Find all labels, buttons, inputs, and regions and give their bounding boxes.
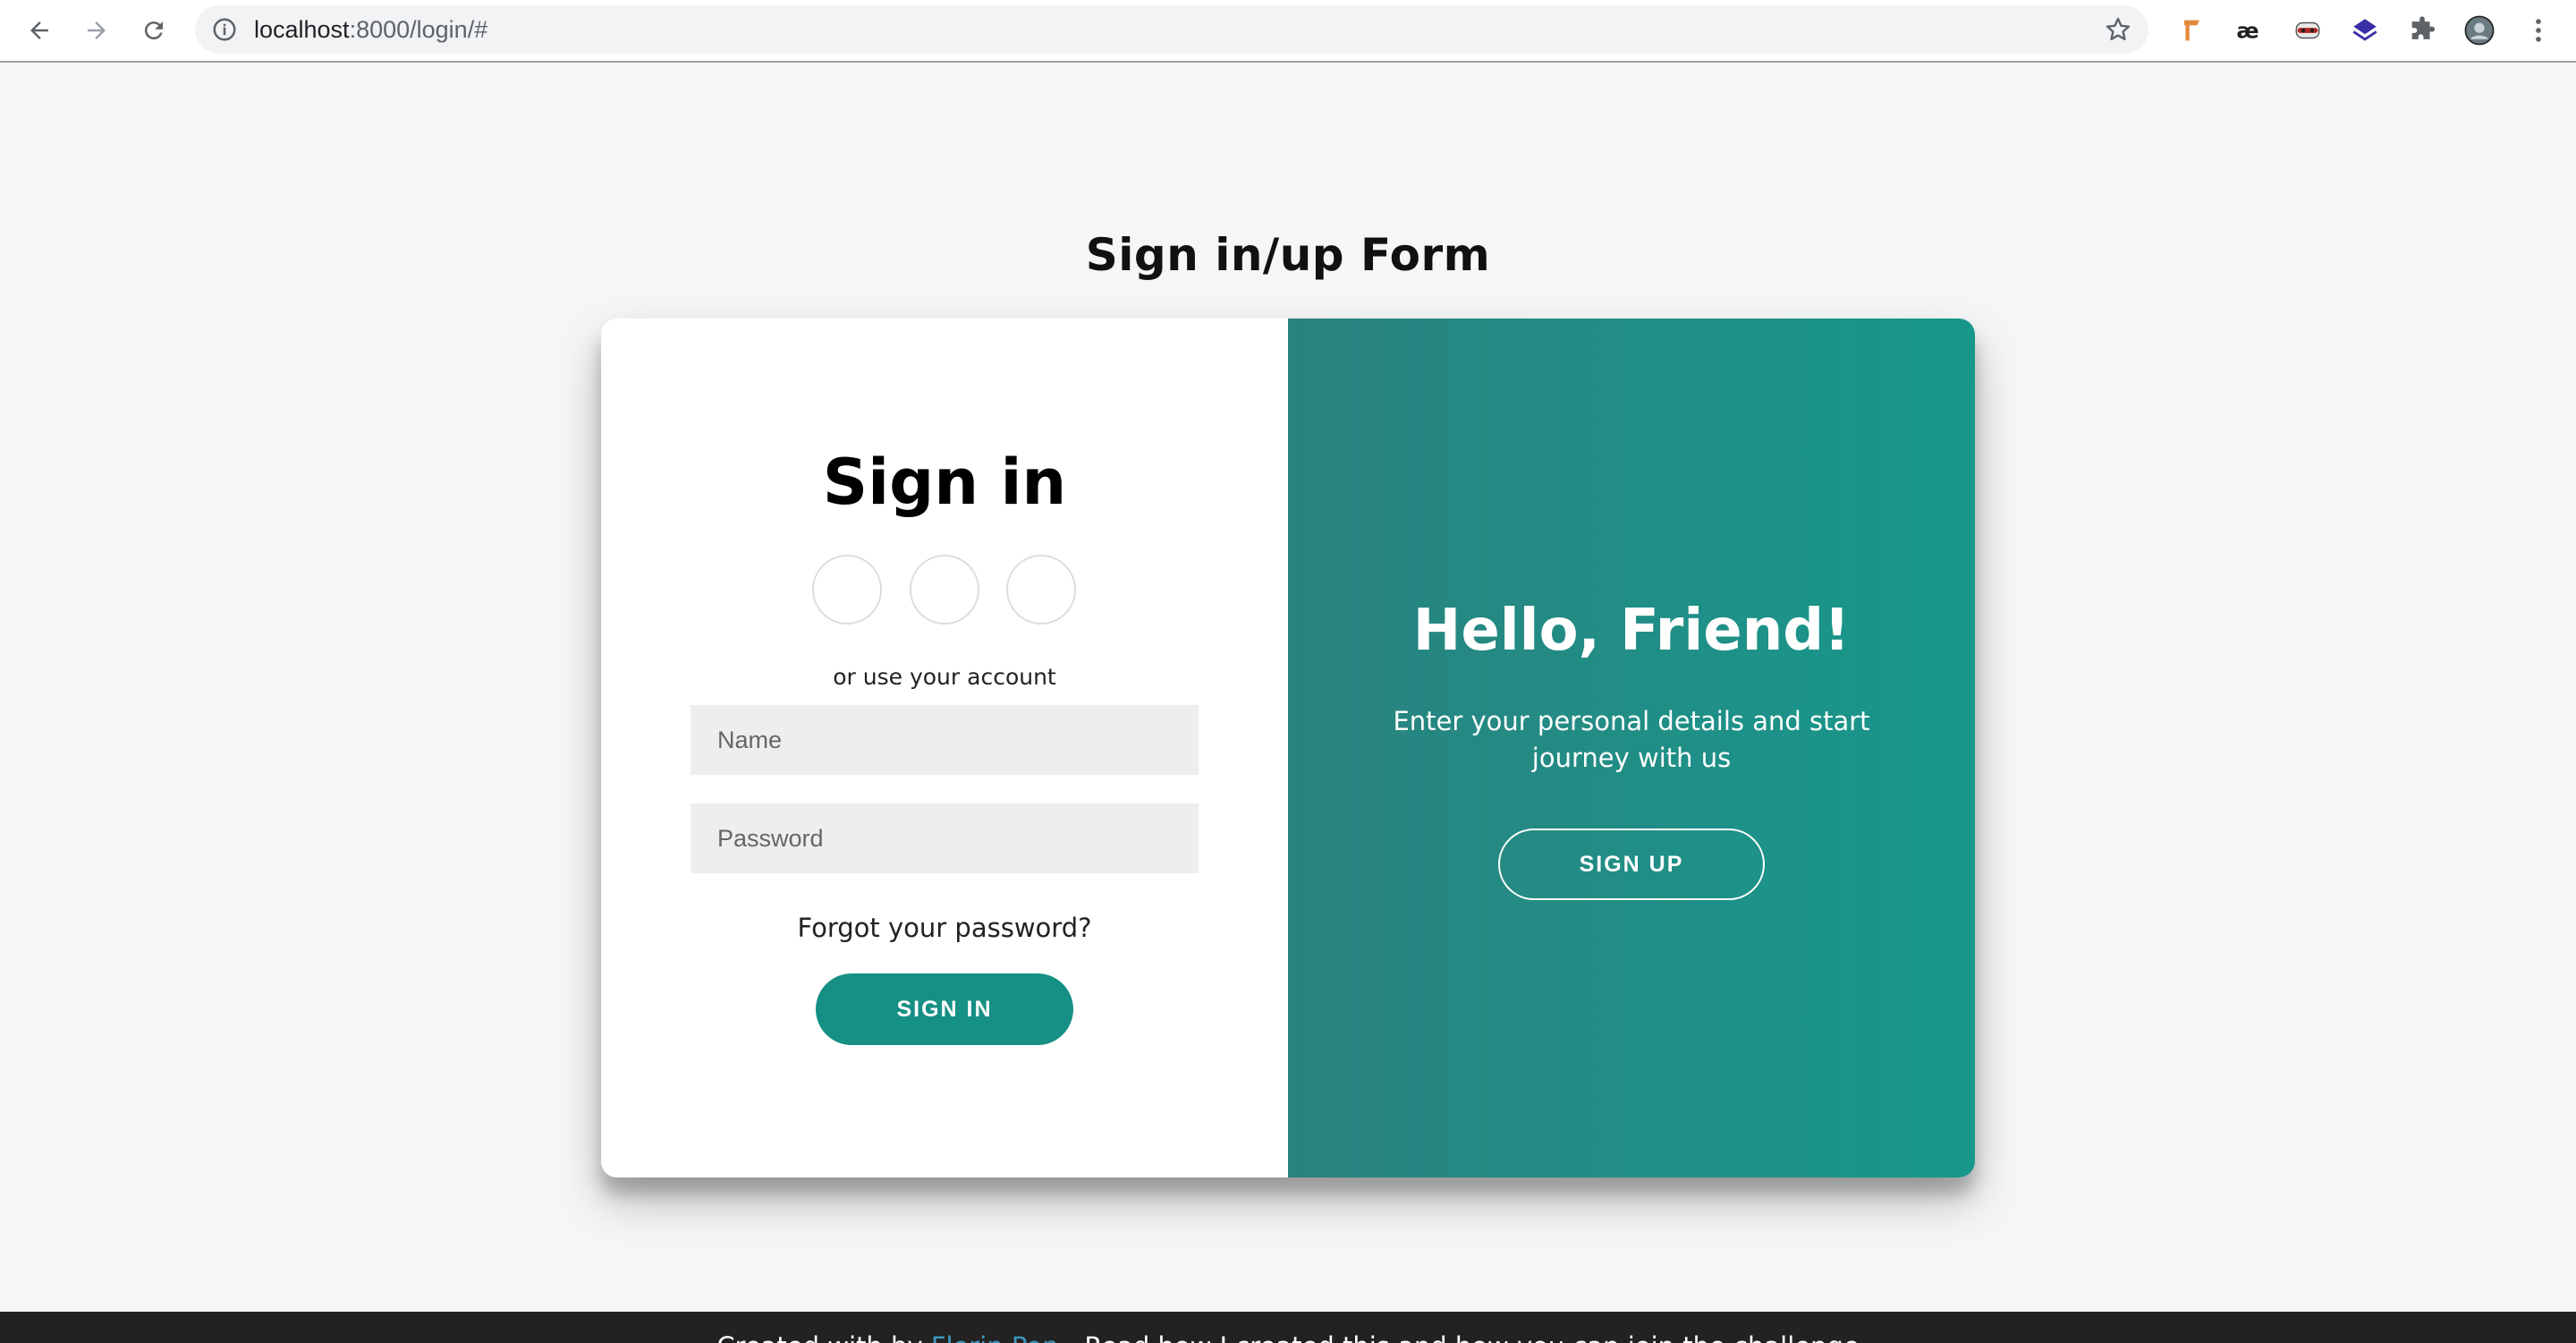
sign-in-button[interactable]: SIGN IN — [816, 973, 1073, 1045]
auth-card: Sign in or use your account Forgot your … — [601, 319, 1975, 1177]
extension-mask-icon[interactable] — [2290, 13, 2326, 48]
menu-dots-icon[interactable] — [2521, 13, 2556, 48]
footer-text: Created with by Florin Pop - Read how I … — [0, 1331, 2576, 1343]
url-path: :8000/login/# — [349, 16, 488, 43]
extension-puzzle-icon[interactable] — [2404, 13, 2440, 48]
overlay-text: Enter your personal details and start jo… — [1393, 706, 1870, 773]
extension-ae-icon[interactable]: æ — [2233, 13, 2268, 48]
extension-tag-icon[interactable] — [2175, 13, 2211, 48]
overlay-heading: Hello, Friend! — [1412, 598, 1851, 664]
social-button-1[interactable] — [812, 555, 882, 625]
footer: Created with by Florin Pop - Read how I … — [0, 1312, 2576, 1343]
footer-prefix: Created with by — [716, 1331, 931, 1343]
info-icon[interactable] — [211, 16, 238, 43]
reload-icon — [144, 21, 163, 40]
back-button[interactable] — [20, 11, 59, 50]
back-icon — [30, 21, 48, 39]
name-input[interactable] — [691, 705, 1199, 775]
star-icon[interactable] — [2104, 15, 2132, 44]
footer-author-link[interactable]: Florin Pop — [931, 1331, 1059, 1343]
social-button-2[interactable] — [910, 555, 979, 625]
forward-button[interactable] — [77, 11, 116, 50]
overlay-panel: Hello, Friend! Enter your personal detai… — [1288, 319, 1975, 1177]
profile-avatar[interactable] — [2462, 13, 2497, 48]
forward-icon — [88, 21, 106, 39]
reload-button[interactable] — [134, 11, 174, 50]
address-bar[interactable]: localhost:8000/login/# — [195, 5, 2148, 54]
svg-text:æ: æ — [2236, 19, 2258, 44]
sign-up-button[interactable]: SIGN UP — [1498, 829, 1765, 900]
footer-suffix: - Read how I created this and how you ca… — [1058, 1331, 1860, 1343]
sign-in-panel: Sign in or use your account Forgot your … — [601, 319, 1288, 1177]
browser-toolbar: localhost:8000/login/# æ — [0, 0, 2576, 63]
url-text: localhost:8000/login/# — [254, 5, 487, 54]
social-button-3[interactable] — [1006, 555, 1076, 625]
forgot-password-link[interactable]: Forgot your password? — [601, 913, 1288, 943]
extension-layers-icon[interactable] — [2347, 13, 2383, 48]
or-use-account-text: or use your account — [833, 664, 1056, 690]
page-title: Sign in/up Form — [1085, 229, 1491, 281]
url-host: localhost — [254, 16, 350, 43]
sign-in-heading: Sign in — [822, 446, 1067, 519]
password-input[interactable] — [691, 803, 1199, 873]
